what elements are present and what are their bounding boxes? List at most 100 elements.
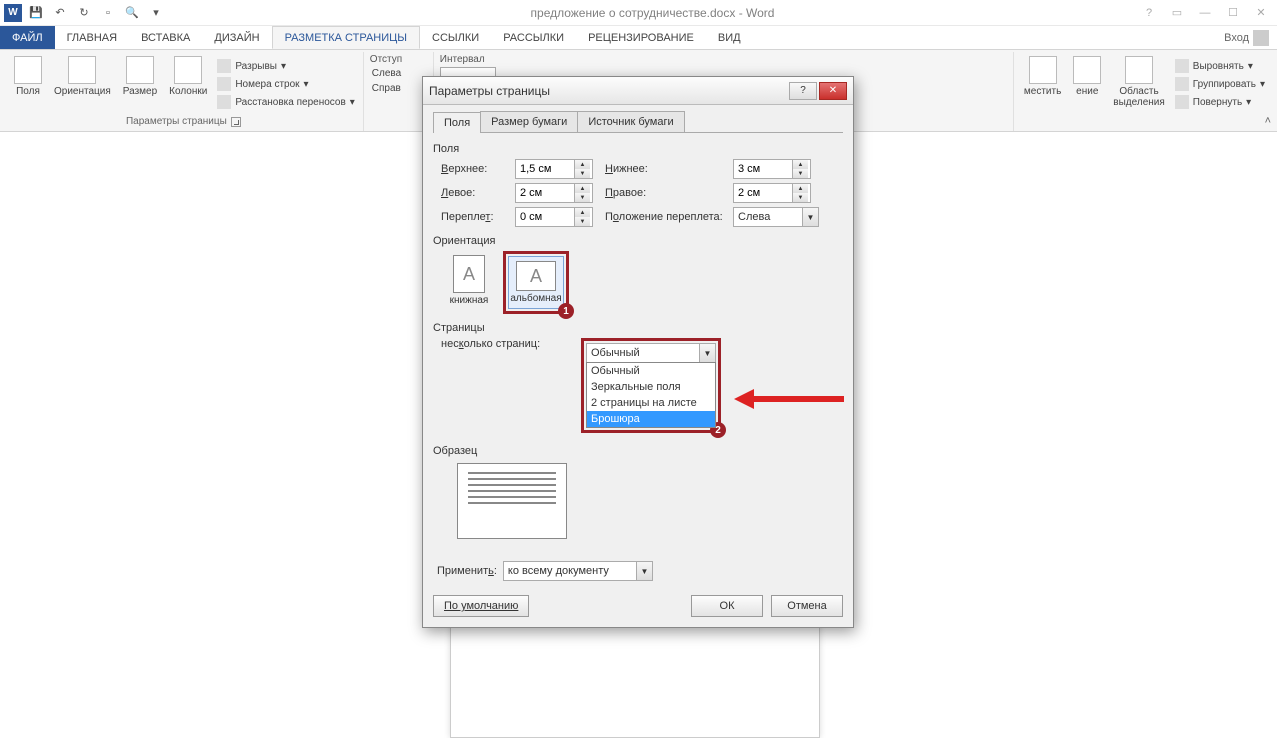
maximize-icon[interactable]: ☐: [1225, 6, 1241, 19]
tab-references[interactable]: ССЫЛКИ: [420, 26, 491, 49]
rotate-button[interactable]: Повернуть ▾: [1173, 94, 1267, 110]
dialog-title: Параметры страницы: [429, 84, 550, 98]
columns-button[interactable]: Колонки: [165, 54, 211, 99]
section-margins: Поля: [433, 143, 843, 155]
qat-dropdown-icon[interactable]: ▾: [148, 5, 164, 21]
highlight-landscape: A альбомная 1: [503, 251, 569, 314]
new-doc-icon[interactable]: ▫: [100, 5, 116, 21]
login-label: Вход: [1224, 32, 1249, 44]
breaks-icon: [217, 59, 231, 73]
avatar-icon: [1253, 30, 1269, 46]
tab-insert[interactable]: ВСТАВКА: [129, 26, 202, 49]
line-numbers-icon: [217, 77, 231, 91]
button-ok[interactable]: ОК: [691, 595, 763, 617]
dialog-help-icon[interactable]: ?: [789, 82, 817, 100]
indent-left-control[interactable]: Слева: [370, 67, 403, 80]
orientation-button[interactable]: Ориентация: [50, 54, 115, 99]
group-button[interactable]: Группировать ▾: [1173, 76, 1267, 92]
dd-item-mirror[interactable]: Зеркальные поля: [587, 379, 715, 395]
save-icon[interactable]: 💾: [28, 5, 44, 21]
collapse-ribbon-icon[interactable]: ˄: [1265, 115, 1271, 127]
tab-view[interactable]: ВИД: [706, 26, 753, 49]
quick-access-toolbar: 💾 ↶ ↻ ▫ 🔍 ▾: [28, 5, 164, 21]
page-setup-launcher[interactable]: [231, 117, 241, 127]
close-icon[interactable]: ✕: [1253, 6, 1269, 19]
sample-preview: [457, 463, 567, 539]
hyphenation-button[interactable]: Расстановка переносов ▾: [215, 94, 356, 110]
print-preview-icon[interactable]: 🔍: [124, 5, 140, 21]
label-multiple-pages: несколько страниц:: [441, 338, 571, 350]
section-orientation: Ориентация: [433, 235, 843, 247]
ribbon-options-icon[interactable]: ▭: [1169, 6, 1185, 19]
dialog-tab-paper[interactable]: Размер бумаги: [480, 111, 578, 132]
indent-heading: Отступ: [370, 54, 406, 65]
chevron-down-icon[interactable]: ▼: [802, 208, 818, 226]
group-icon: [1175, 77, 1189, 91]
combo-multiple-pages[interactable]: Обычный ▼: [586, 343, 716, 363]
dd-item-booklet[interactable]: Брошюра: [587, 411, 715, 427]
rotate-icon: [1175, 95, 1189, 109]
position-button[interactable]: местить: [1020, 54, 1065, 99]
help-icon[interactable]: ?: [1141, 7, 1157, 19]
page-setup-group-label: Параметры страницы: [126, 116, 227, 127]
dialog-tab-margins[interactable]: Поля: [433, 112, 481, 133]
title-bar: W 💾 ↶ ↻ ▫ 🔍 ▾ предложение о сотрудничест…: [0, 0, 1277, 26]
label-gutter: Переплет:: [441, 211, 507, 223]
button-cancel[interactable]: Отмена: [771, 595, 843, 617]
dd-item-normal[interactable]: Обычный: [587, 363, 715, 379]
tab-file[interactable]: ФАЙЛ: [0, 26, 55, 49]
dialog-tabs: Поля Размер бумаги Источник бумаги: [433, 111, 843, 133]
tab-review[interactable]: РЕЦЕНЗИРОВАНИЕ: [576, 26, 706, 49]
indent-right-control[interactable]: Справ: [370, 82, 403, 95]
orientation-landscape[interactable]: A альбомная: [508, 256, 564, 309]
combo-apply-to[interactable]: ко всему документу▼: [503, 561, 653, 581]
tab-mailings[interactable]: РАССЫЛКИ: [491, 26, 576, 49]
hyphenation-icon: [217, 95, 231, 109]
input-left[interactable]: ▲▼: [515, 183, 593, 203]
callout-1: 1: [558, 303, 574, 319]
label-top: Верхнее:: [441, 163, 507, 175]
section-pages: Страницы: [433, 322, 843, 334]
dialog-titlebar[interactable]: Параметры страницы ? ✕: [423, 77, 853, 105]
label-apply-to: Применить:: [437, 565, 497, 577]
highlight-multipages: Обычный ▼ Обычный Зеркальные поля 2 стра…: [581, 338, 721, 433]
wrap-text-button[interactable]: ение: [1069, 54, 1105, 99]
spacing-heading: Интервал: [440, 54, 489, 65]
breaks-button[interactable]: Разрывы ▾: [215, 58, 356, 74]
tab-design[interactable]: ДИЗАЙН: [202, 26, 271, 49]
dialog-close-icon[interactable]: ✕: [819, 82, 847, 100]
ribbon-tabs: ФАЙЛ ГЛАВНАЯ ВСТАВКА ДИЗАЙН РАЗМЕТКА СТР…: [0, 26, 1277, 50]
window-title: предложение о сотрудничестве.docx - Word: [164, 6, 1141, 20]
chevron-down-icon[interactable]: ▼: [699, 344, 715, 362]
selection-pane-button[interactable]: Область выделения: [1109, 54, 1168, 110]
align-button[interactable]: Выровнять ▾: [1173, 58, 1267, 74]
input-right[interactable]: ▲▼: [733, 183, 811, 203]
tab-home[interactable]: ГЛАВНАЯ: [55, 26, 129, 49]
section-sample: Образец: [433, 445, 843, 457]
tab-page-layout[interactable]: РАЗМЕТКА СТРАНИЦЫ: [272, 26, 420, 49]
combo-gutter-pos[interactable]: Слева▼: [733, 207, 819, 227]
orientation-portrait[interactable]: A книжная: [441, 251, 497, 310]
align-icon: [1175, 59, 1189, 73]
landscape-icon: A: [516, 261, 556, 291]
label-left: Левое:: [441, 187, 507, 199]
app-icon: W: [4, 4, 22, 22]
undo-icon[interactable]: ↶: [52, 5, 68, 21]
dialog-tab-source[interactable]: Источник бумаги: [577, 111, 684, 132]
input-gutter[interactable]: ▲▼: [515, 207, 593, 227]
portrait-icon: A: [453, 255, 485, 293]
account-login[interactable]: Вход: [1216, 26, 1277, 49]
line-numbers-button[interactable]: Номера строк ▾: [215, 76, 356, 92]
dd-item-two-per-sheet[interactable]: 2 страницы на листе: [587, 395, 715, 411]
input-top[interactable]: ▲▼: [515, 159, 593, 179]
input-bottom[interactable]: ▲▼: [733, 159, 811, 179]
size-button[interactable]: Размер: [119, 54, 161, 99]
button-default[interactable]: По умолчанию: [433, 595, 529, 617]
dropdown-list: Обычный Зеркальные поля 2 страницы на ли…: [586, 362, 716, 428]
chevron-down-icon[interactable]: ▼: [636, 562, 652, 580]
page-setup-dialog: Параметры страницы ? ✕ Поля Размер бумаг…: [422, 76, 854, 628]
label-bottom: Нижнее:: [605, 163, 725, 175]
redo-icon[interactable]: ↻: [76, 5, 92, 21]
minimize-icon[interactable]: —: [1197, 7, 1213, 19]
margins-button[interactable]: Поля: [10, 54, 46, 99]
